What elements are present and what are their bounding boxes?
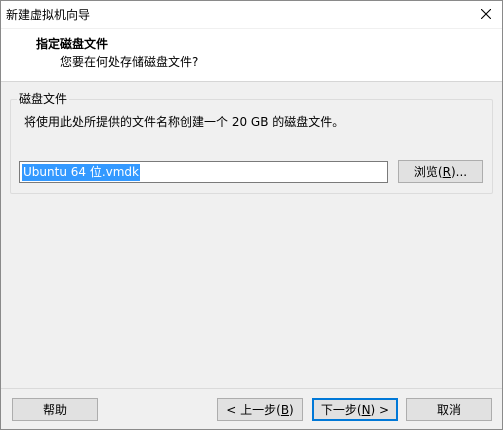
- browse-label-post: )...: [450, 164, 468, 179]
- new-vm-wizard-window: 新建虚拟机向导 指定磁盘文件 您要在何处存储磁盘文件? 磁盘文件 将使用此处所提…: [0, 0, 503, 430]
- browse-label-pre: 浏览(: [413, 165, 443, 179]
- browse-button[interactable]: 浏览(R)...: [398, 160, 483, 183]
- footer-divider: [1, 388, 502, 389]
- next-button[interactable]: 下一步(N) >: [312, 398, 398, 421]
- wizard-header: 指定磁盘文件 您要在何处存储磁盘文件?: [1, 29, 502, 82]
- page-title: 指定磁盘文件: [36, 37, 109, 51]
- page-subtitle: 您要在何处存储磁盘文件?: [60, 55, 199, 69]
- back-label-pre: < 上一步(: [226, 403, 281, 417]
- next-label-pre: 下一步(: [320, 403, 362, 417]
- window-title: 新建虚拟机向导: [6, 8, 91, 22]
- close-button[interactable]: [470, 1, 502, 29]
- groupbox-legend: 磁盘文件: [17, 92, 70, 106]
- cancel-label: 取消: [436, 403, 461, 417]
- next-label-post: ) >: [370, 402, 390, 417]
- back-button[interactable]: < 上一步(B): [217, 398, 303, 421]
- disk-file-description: 将使用此处所提供的文件名称创建一个 20 GB 的磁盘文件。: [24, 115, 345, 129]
- browse-accel: R: [442, 164, 451, 179]
- back-label-post: ): [289, 402, 294, 417]
- help-button[interactable]: 帮助: [12, 398, 98, 421]
- cancel-button[interactable]: 取消: [406, 398, 492, 421]
- title-bar: 新建虚拟机向导: [1, 1, 502, 29]
- wizard-body: 磁盘文件 将使用此处所提供的文件名称创建一个 20 GB 的磁盘文件。 Ubun…: [1, 83, 502, 388]
- close-icon: [480, 8, 492, 22]
- back-accel: B: [280, 402, 290, 417]
- disk-file-input-value: Ubuntu 64 位.vmdk: [22, 163, 140, 181]
- next-accel: N: [361, 402, 371, 417]
- disk-file-input[interactable]: Ubuntu 64 位.vmdk: [19, 161, 388, 183]
- help-label: 帮助: [42, 403, 67, 417]
